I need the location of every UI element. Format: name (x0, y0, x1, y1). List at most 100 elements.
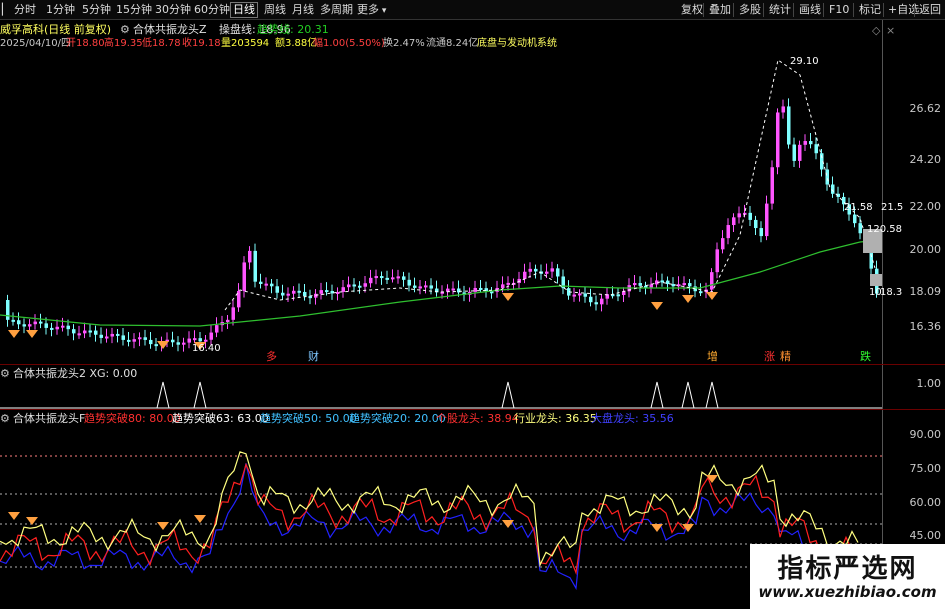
panel2-tick: 1.00 (916, 377, 942, 390)
stock-leader-line (0, 462, 859, 575)
buy-signal-icon (502, 293, 514, 301)
candle-body (831, 184, 835, 194)
btn-statistics[interactable]: 统计 (767, 2, 793, 18)
tab-30min[interactable]: 30分钟 (153, 2, 193, 18)
toolbar-divider (763, 3, 764, 17)
tab-60min[interactable]: 60分钟 (192, 2, 232, 18)
candle-body (132, 339, 136, 342)
candle-body (77, 333, 81, 336)
btn-add-favorite[interactable]: +自选 (886, 2, 921, 18)
marker-zhang: 涨 (764, 350, 775, 363)
toolbar-left-edge: ▏ (2, 3, 11, 16)
price-tick: 24.20 (909, 153, 942, 166)
price-label-r1b: 21.5 (881, 202, 904, 213)
btn-fuquan[interactable]: 复权 (679, 2, 705, 18)
candle-body (275, 286, 279, 293)
btn-back[interactable]: 返回 (917, 2, 943, 18)
candle-body (55, 326, 59, 330)
close-icon[interactable]: × (886, 24, 895, 37)
candle-body (781, 106, 785, 113)
toolbar-divider (703, 3, 704, 17)
signal-chart[interactable] (0, 365, 882, 409)
panel3-tick: 60.00 (909, 496, 942, 509)
candle-body (523, 271, 527, 279)
candle-body (17, 320, 21, 325)
signal-spike (156, 381, 170, 409)
candle-body (253, 250, 257, 282)
tab-fenshi[interactable]: 分时 (12, 2, 38, 18)
candle-body (759, 228, 763, 237)
candle-body (61, 325, 65, 328)
candle-body (479, 287, 483, 290)
candle-body (715, 249, 719, 273)
watermark: 指标严选网 www.xuezhibiao.com (750, 544, 945, 609)
trend-line (0, 239, 882, 327)
candle-body (814, 144, 818, 154)
candle-body (534, 268, 538, 272)
candle-body (374, 276, 378, 279)
tab-1min[interactable]: 1分钟 (44, 2, 77, 18)
period-toolbar: ▏ 分时 1分钟 5分钟 15分钟 30分钟 60分钟 日线 周线 月线 多周期… (0, 0, 945, 20)
candle-body (413, 285, 417, 288)
tab-5min[interactable]: 5分钟 (80, 2, 113, 18)
marker-jing: 精 (780, 350, 791, 363)
candle-body (407, 279, 411, 286)
candle-body (176, 342, 180, 345)
candle-body (429, 285, 433, 289)
kline-chart[interactable] (0, 20, 882, 364)
signal-spike (681, 381, 695, 409)
candle-body (281, 292, 285, 296)
tab-weekly[interactable]: 周线 (262, 2, 288, 18)
btn-overlay[interactable]: 叠加 (707, 2, 733, 18)
candle-body (748, 212, 752, 220)
signal-spike (193, 381, 207, 409)
candle-body (105, 336, 109, 339)
candle-body (616, 294, 620, 297)
toolbar-divider (793, 3, 794, 17)
btn-f10[interactable]: F10 (827, 2, 851, 18)
candle-body (556, 268, 560, 277)
candle-body (638, 283, 642, 286)
candle-body (572, 294, 576, 297)
buy-signal-icon (157, 522, 169, 530)
candle-body (391, 277, 395, 280)
candle-body (550, 268, 554, 272)
tab-daily[interactable]: 日线 (230, 2, 258, 18)
candle-body (501, 284, 505, 288)
candle-body (545, 271, 549, 274)
btn-mark[interactable]: 标记 (857, 2, 883, 18)
candle-body (578, 293, 582, 296)
price-tick: 18.09 (909, 285, 942, 298)
signal-spike (501, 381, 515, 409)
btn-multi-stock[interactable]: 多股 (737, 2, 763, 18)
candle-body (198, 338, 202, 342)
price-block (870, 274, 882, 286)
candle-body (765, 203, 769, 237)
toolbar-divider (883, 3, 884, 17)
buy-signal-icon (706, 292, 718, 300)
candle-body (83, 330, 87, 334)
candle-body (649, 284, 653, 288)
candle-body (671, 284, 675, 287)
candle-body (270, 283, 274, 287)
candle-body (28, 324, 32, 327)
candle-body (11, 319, 15, 322)
more-label: 更多 (357, 3, 379, 16)
price-label-r1: 21.58 (844, 202, 873, 213)
panel3-tick: 75.00 (909, 462, 942, 475)
tab-15min[interactable]: 15分钟 (114, 2, 154, 18)
candle-body (666, 280, 670, 285)
signal-spike (705, 381, 719, 409)
tab-monthly[interactable]: 月线 (290, 2, 316, 18)
price-tick: 20.00 (909, 243, 942, 256)
peak-price-label: 29.10 (790, 56, 819, 67)
btn-draw-line[interactable]: 画线 (797, 2, 823, 18)
candle-body (44, 323, 48, 328)
panel3-tick: 90.00 (909, 428, 942, 441)
candle-body (358, 285, 362, 288)
tab-multi-period[interactable]: 多周期 (318, 2, 355, 18)
tab-more[interactable]: 更多 ▾ (355, 2, 388, 18)
candle-body (347, 284, 351, 288)
candle-body (600, 298, 604, 305)
buy-signal-icon (682, 295, 694, 303)
